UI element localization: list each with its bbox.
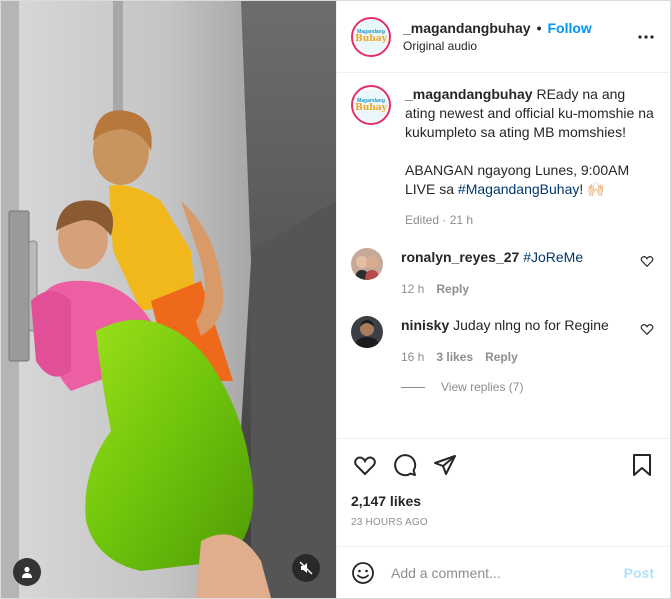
- avatar-image: [351, 248, 383, 280]
- logo-line2: Buhay: [355, 34, 387, 44]
- caption-paragraph-1: _magandangbuhay REady na ang ating newes…: [405, 85, 656, 142]
- comment-hashtag[interactable]: #JoReMe: [523, 249, 583, 265]
- reply-button[interactable]: Reply: [485, 348, 518, 366]
- audio-link[interactable]: Original audio: [403, 39, 634, 53]
- caption-username[interactable]: _magandangbuhay: [405, 86, 533, 102]
- view-replies-button[interactable]: View replies (7): [401, 380, 656, 394]
- post-timestamp[interactable]: 23 HOURS AGO: [351, 517, 656, 528]
- follow-button[interactable]: Follow: [548, 20, 592, 36]
- add-comment-bar: Post: [337, 546, 670, 598]
- user-icon: [22, 566, 32, 578]
- caption-hashtag[interactable]: #MagandangBuhay: [458, 181, 579, 197]
- more-icon: [638, 34, 654, 39]
- comment-username[interactable]: ronalyn_reyes_27: [401, 249, 519, 265]
- magandangbuhay-logo: Magandang Buhay: [354, 20, 388, 53]
- share-button[interactable]: [431, 451, 459, 479]
- action-bar: [351, 451, 656, 479]
- comment-text-line: ronalyn_reyes_27 #JoReMe: [401, 248, 640, 266]
- caption-text-2-end: ! 🙌🏻: [579, 181, 605, 197]
- separator-dot: •: [536, 20, 542, 36]
- post-header: Magandang Buhay _magandangbuhay • Follow…: [337, 1, 670, 73]
- caption-paragraph-2: ABANGAN ngayong Lunes, 9:00AM LIVE sa #M…: [405, 161, 656, 199]
- comment-bubble-icon: [394, 454, 417, 477]
- like-comment-heart-icon[interactable]: [640, 322, 654, 336]
- post-comment-button[interactable]: Post: [624, 565, 654, 581]
- mute-toggle-button[interactable]: [292, 554, 320, 582]
- tagged-users-button[interactable]: [13, 558, 41, 586]
- post-video[interactable]: [1, 1, 336, 598]
- comment-button[interactable]: [391, 451, 419, 479]
- magandangbuhay-logo: Magandang Buhay: [354, 88, 388, 122]
- caption-author-avatar[interactable]: Magandang Buhay: [351, 85, 391, 125]
- comment-text-line: ninisky Juday nlng no for Regine: [401, 316, 640, 334]
- like-comment-heart-icon[interactable]: [640, 254, 654, 268]
- header-text: _magandangbuhay • Follow Original audio: [403, 20, 634, 53]
- heart-icon: [354, 456, 376, 476]
- emoji-icon[interactable]: [351, 561, 375, 585]
- author-username[interactable]: _magandangbuhay: [403, 20, 531, 36]
- comment-meta: 16 h 3 likes Reply: [401, 348, 640, 366]
- logo-line2: Buhay: [355, 102, 387, 113]
- comment-username[interactable]: ninisky: [401, 317, 449, 333]
- comment-likes[interactable]: 3 likes: [436, 348, 473, 366]
- view-replies-label: View replies (7): [441, 380, 524, 394]
- like-button[interactable]: [351, 451, 379, 479]
- comment-text: Juday nlng no for Regine: [453, 317, 609, 333]
- author-avatar[interactable]: Magandang Buhay: [351, 16, 391, 57]
- video-frame-image: [1, 1, 336, 598]
- comment-input[interactable]: [391, 564, 624, 581]
- comment-time[interactable]: 16 h: [401, 348, 424, 366]
- commenter-avatar[interactable]: [351, 248, 383, 280]
- caption-body: _magandangbuhay REady na ang ating newes…: [405, 85, 656, 230]
- comment-item: ninisky Juday nlng no for Regine 16 h 3 …: [351, 316, 656, 366]
- bookmark-icon: [633, 454, 651, 476]
- comment-body: ninisky Juday nlng no for Regine 16 h 3 …: [401, 316, 640, 366]
- replies-divider-line: [401, 386, 425, 388]
- comment-body: ronalyn_reyes_27 #JoReMe 12 h Reply: [401, 248, 640, 298]
- speaker-muted-icon: [299, 561, 313, 575]
- post-side-panel: Magandang Buhay _magandangbuhay • Follow…: [336, 1, 670, 598]
- header-line: _magandangbuhay • Follow: [403, 20, 634, 36]
- post-actions-section: 2,147 likes 23 HOURS AGO: [337, 438, 670, 546]
- caption-meta: Edited · 21 h: [405, 213, 474, 227]
- post-caption: Magandang Buhay _magandangbuhay REady na…: [351, 85, 656, 230]
- comment-meta: 12 h Reply: [401, 280, 640, 298]
- avatar-image: [351, 316, 383, 348]
- save-button[interactable]: [628, 451, 656, 479]
- comment-item: ronalyn_reyes_27 #JoReMe 12 h Reply: [351, 248, 656, 298]
- more-options-button[interactable]: [634, 25, 658, 49]
- reply-button[interactable]: Reply: [436, 280, 469, 298]
- likes-count[interactable]: 2,147 likes: [351, 493, 656, 509]
- commenter-avatar[interactable]: [351, 316, 383, 348]
- paper-plane-icon: [434, 455, 456, 475]
- comment-time[interactable]: 12 h: [401, 280, 424, 298]
- comments-section[interactable]: Magandang Buhay _magandangbuhay REady na…: [337, 73, 670, 438]
- post-dialog: Magandang Buhay _magandangbuhay • Follow…: [0, 0, 671, 599]
